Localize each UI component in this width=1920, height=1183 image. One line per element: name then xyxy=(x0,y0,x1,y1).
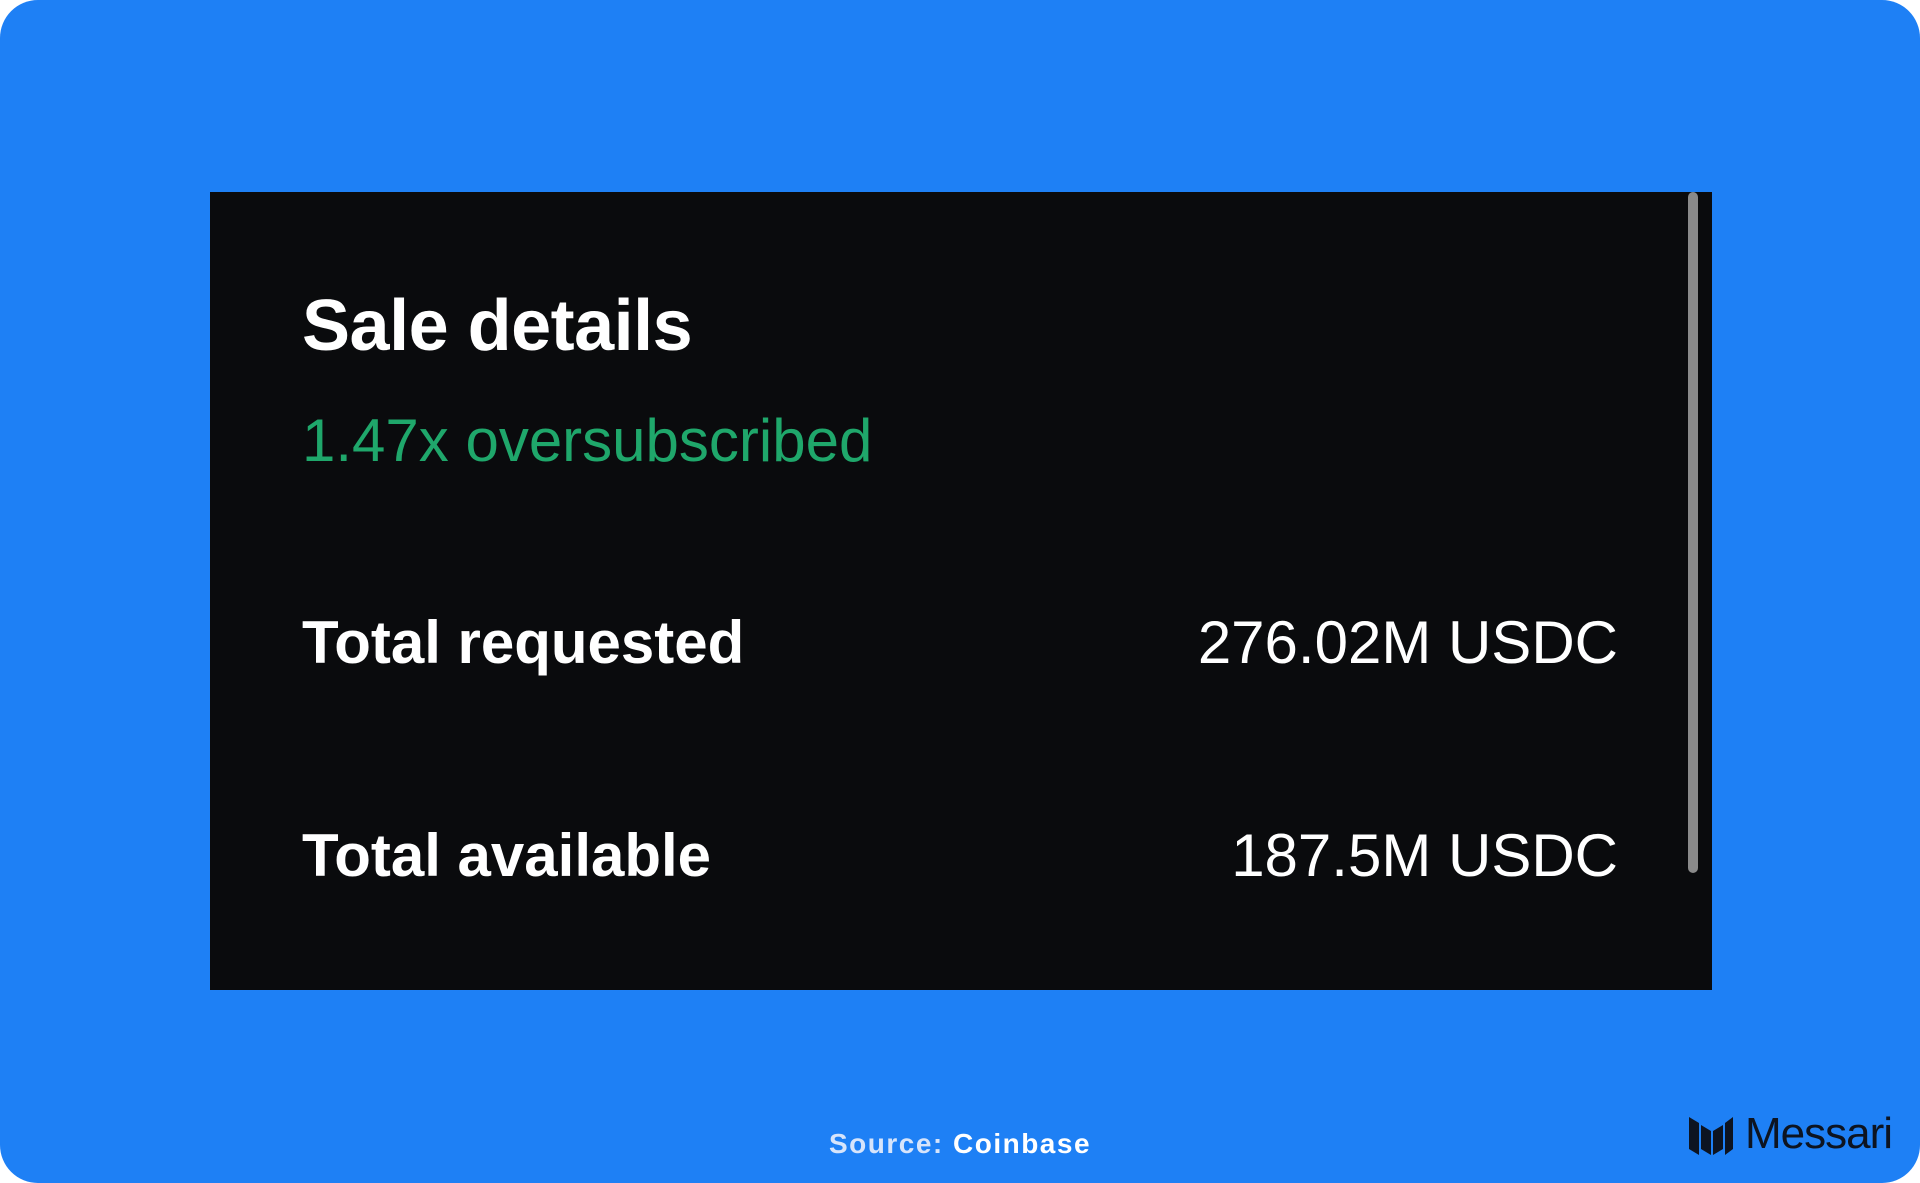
sale-details-panel: Sale details 1.47x oversubscribed Total … xyxy=(210,192,1712,990)
messari-logo-icon xyxy=(1688,1117,1733,1155)
total-requested-value: 276.02M USDC xyxy=(1197,609,1618,676)
source-name: Coinbase xyxy=(953,1128,1092,1159)
messari-brand: Messari xyxy=(1688,1109,1893,1158)
source-prefix: Source: xyxy=(828,1128,944,1159)
oversubscribed-status: 1.47x oversubscribed xyxy=(302,407,873,474)
total-available-value: 187.5M USDC xyxy=(1231,822,1618,889)
image-frame: Sale details 1.47x oversubscribed Total … xyxy=(0,0,1920,1183)
source-caption: Source: Coinbase xyxy=(0,1130,1920,1158)
messari-wordmark: Messari xyxy=(1744,1109,1893,1158)
sale-details-title: Sale details xyxy=(302,286,693,366)
total-available-label: Total available xyxy=(302,822,712,889)
panel-scrollbar[interactable] xyxy=(1688,192,1698,873)
total-requested-label: Total requested xyxy=(302,609,745,676)
